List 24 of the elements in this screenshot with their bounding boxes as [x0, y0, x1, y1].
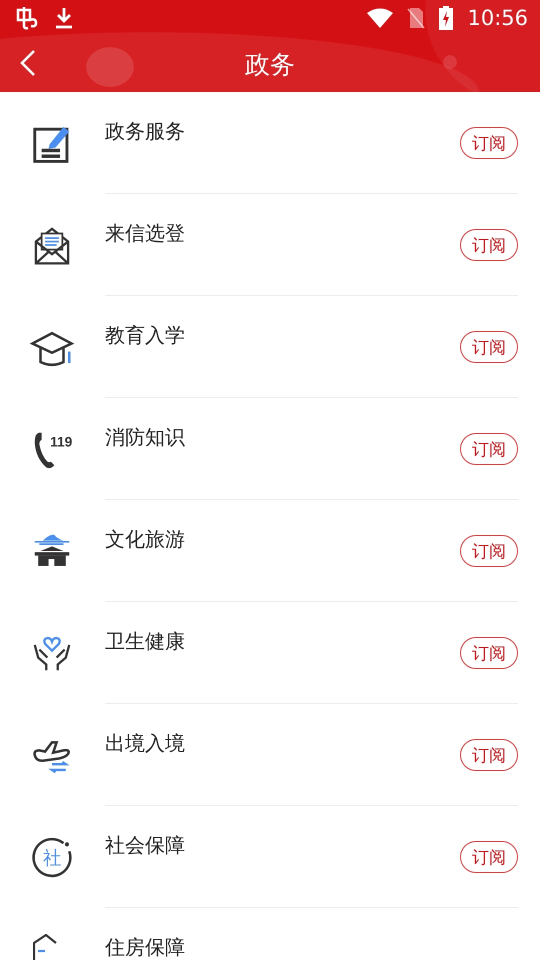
subscribe-button[interactable]: 订阅: [460, 739, 518, 771]
subscribe-button[interactable]: 订阅: [460, 127, 518, 159]
no-sim-icon: [407, 7, 426, 29]
category-title[interactable]: 文化旅游: [105, 526, 185, 553]
category-title[interactable]: 政务服务: [105, 118, 185, 145]
subscribe-button[interactable]: 订阅: [460, 535, 518, 567]
category-title[interactable]: 卫生健康: [105, 628, 185, 655]
wifi-icon: [367, 8, 394, 28]
app-notification-icon: [14, 6, 40, 30]
subscribe-button[interactable]: 订阅: [460, 637, 518, 669]
category-title[interactable]: 社会保障: [105, 832, 185, 859]
subscribe-button[interactable]: 订阅: [460, 229, 518, 261]
category-title[interactable]: 消防知识: [105, 424, 185, 451]
status-time: 10:56: [467, 6, 528, 30]
category-title[interactable]: 来信选登: [105, 220, 185, 247]
download-icon: [54, 6, 74, 30]
category-title[interactable]: 出境入境: [105, 730, 185, 757]
page-title: 政务: [245, 48, 295, 80]
battery-charging-icon: [439, 6, 454, 30]
subscribe-button[interactable]: 订阅: [460, 841, 518, 873]
category-title[interactable]: 教育入学: [105, 322, 185, 349]
subscribe-button[interactable]: 订阅: [460, 433, 518, 465]
subscribe-button[interactable]: 订阅: [460, 331, 518, 363]
category-title[interactable]: 住房保障: [105, 934, 185, 960]
